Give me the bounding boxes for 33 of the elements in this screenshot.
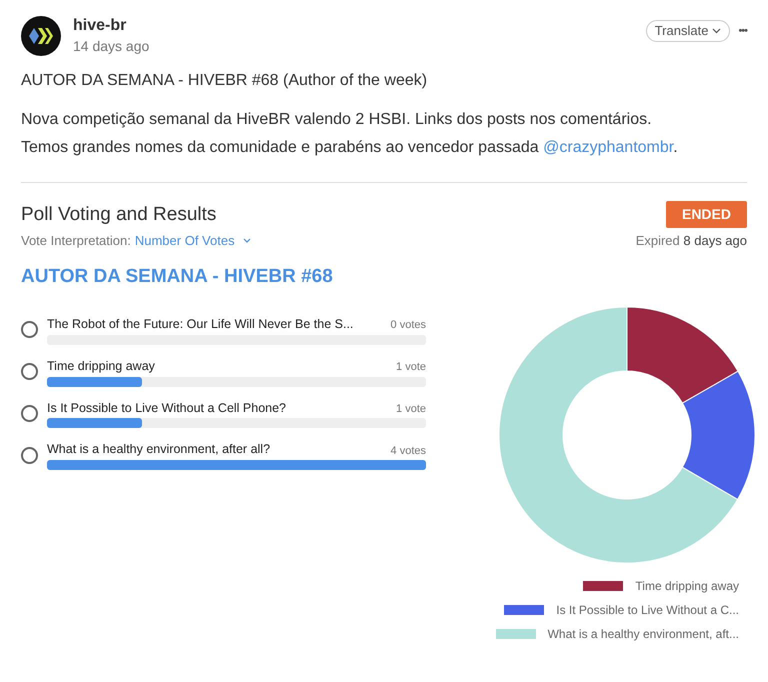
vote-count: 4 votes — [390, 444, 426, 458]
legend-label: Time dripping away — [635, 578, 739, 595]
option-label: What is a healthy environment, after all? — [47, 441, 270, 458]
translate-button[interactable]: Translate — [646, 20, 730, 42]
expired-text: Expired 8 days ago — [636, 232, 747, 250]
option-label: Is It Possible to Live Without a Cell Phone? — [47, 400, 286, 416]
caret-icon — [712, 28, 722, 34]
post-time: 14 days ago — [73, 37, 150, 56]
post-title: AUTOR DA SEMANA - HIVEBR #68 (Author of the week) — [21, 71, 428, 91]
radio-button[interactable] — [21, 446, 38, 464]
legend-label: Is It Possible to Live Without a C... — [556, 602, 739, 619]
option-label: The Robot of the Future: Our Life Will Never Be the S... — [47, 316, 354, 333]
status-badge: ENDED — [666, 201, 747, 228]
option-label: Time dripping away — [47, 358, 155, 375]
caret-icon — [242, 238, 251, 243]
avatar-logo-icon[interactable] — [21, 16, 61, 56]
vote-count: 1 vote — [396, 360, 426, 375]
more-button[interactable]: ••• — [738, 22, 747, 40]
legend-swatch — [496, 629, 536, 639]
legend-swatch — [583, 581, 624, 591]
legend-swatch — [504, 605, 544, 615]
post-body: Temos grandes nomes da comunidade e parabéns ao vencedor passada @crazyphantombr. — [21, 138, 679, 158]
poll-question: AUTOR DA SEMANA - HIVEBR #68 — [21, 264, 334, 288]
poll-heading: Poll Voting and Results — [21, 203, 218, 227]
radio-button[interactable] — [21, 363, 38, 380]
vote-count: 0 votes — [390, 318, 426, 334]
legend-label: What is a healthy environment, aft... — [548, 626, 739, 643]
interpretation-label: Vote Interpretation: — [21, 232, 131, 250]
radio-button[interactable] — [21, 321, 38, 338]
radio-button[interactable] — [21, 404, 38, 422]
post-body: Nova competição semanal da HiveBR valendo 2 HSBI. Links dos posts nos comentários. — [21, 110, 653, 130]
vote-count: 1 vote — [396, 402, 426, 417]
author-name[interactable]: hive-br — [73, 16, 150, 36]
